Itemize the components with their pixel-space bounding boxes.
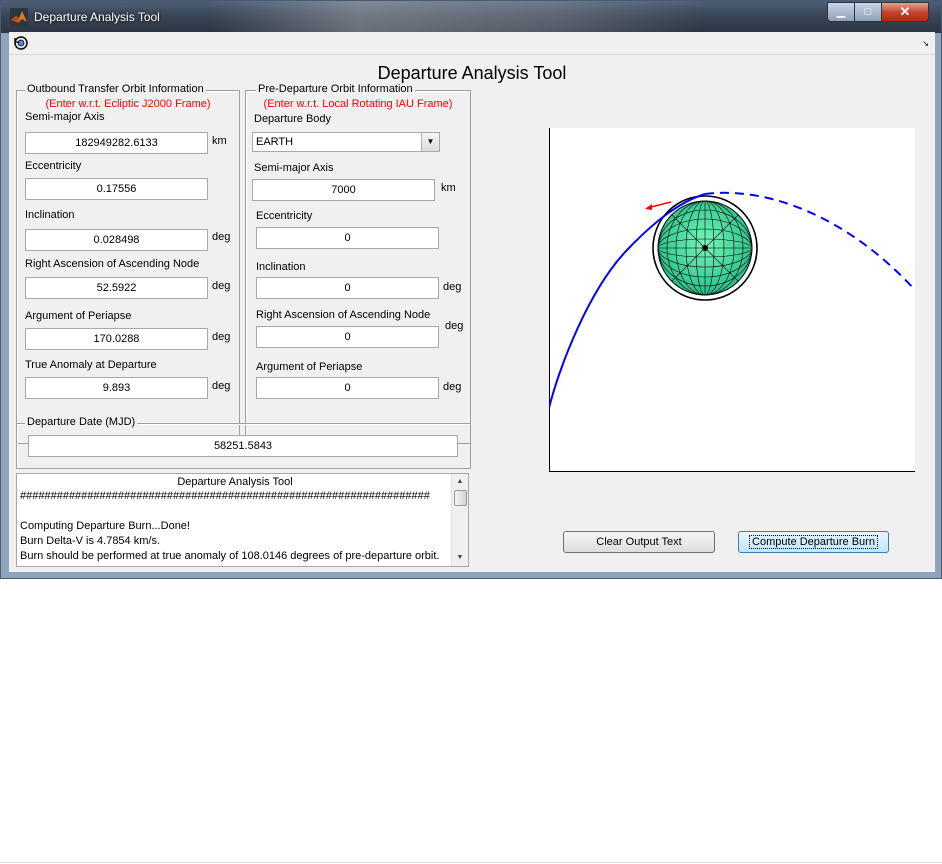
predeparture-argp-label: Argument of Periapse bbox=[256, 361, 363, 373]
predeparture-sma-label: Semi-major Axis bbox=[254, 162, 334, 174]
console-scrollbar[interactable]: ▲ ▼ bbox=[451, 474, 468, 566]
predeparture-inc-label: Inclination bbox=[256, 261, 306, 273]
compute-departure-burn-button[interactable]: Compute Departure Burn bbox=[738, 531, 889, 553]
scroll-up-icon[interactable]: ▲ bbox=[452, 474, 468, 490]
outbound-ecc-label: Eccentricity bbox=[25, 160, 82, 172]
outbound-raan-label: Right Ascension of Ascending Node bbox=[25, 258, 200, 270]
predeparture-inc-input[interactable]: 0 bbox=[256, 277, 439, 299]
title-bar[interactable]: Departure Analysis Tool ▁ □ ✕ bbox=[1, 1, 941, 33]
predeparture-argp-input[interactable]: 0 bbox=[256, 377, 439, 399]
predeparture-frame-note: (Enter w.r.t. Local Rotating IAU Frame) bbox=[263, 98, 453, 110]
console-line: ########################################… bbox=[20, 490, 430, 502]
console-title: Departure Analysis Tool bbox=[177, 476, 293, 488]
chevron-down-icon[interactable]: ▼ bbox=[421, 133, 439, 151]
outbound-sma-input[interactable]: 182949282.6133 bbox=[25, 132, 208, 154]
minimize-button[interactable]: ▁ bbox=[827, 2, 855, 22]
departure-body-label: Departure Body bbox=[254, 113, 332, 125]
console-line: Burn should be performed at true anomaly… bbox=[20, 550, 440, 562]
outbound-panel-title: Outbound Transfer Orbit Information bbox=[25, 83, 206, 95]
predeparture-sma-unit: km bbox=[441, 182, 456, 194]
departure-body-value: EARTH bbox=[256, 136, 294, 148]
close-button[interactable]: ✕ bbox=[881, 2, 929, 22]
predeparture-orbit-panel: Pre-Departure Orbit Information (Enter w… bbox=[245, 83, 471, 444]
divider bbox=[0, 862, 942, 863]
predeparture-argp-unit: deg bbox=[443, 381, 462, 393]
figure-client-area: ↘ Departure Analysis Tool Outbound Trans… bbox=[9, 32, 935, 572]
app-window: Departure Analysis Tool ▁ □ ✕ ↘ Departur… bbox=[0, 0, 942, 579]
predeparture-sma-input[interactable]: 7000 bbox=[252, 179, 435, 201]
output-console[interactable]: Departure Analysis Tool ################… bbox=[16, 473, 469, 567]
outbound-sma-unit: km bbox=[212, 135, 227, 147]
predeparture-panel-title: Pre-Departure Orbit Information bbox=[256, 83, 415, 95]
rotate-icon[interactable] bbox=[13, 35, 29, 51]
console-line: Computing Departure Burn...Done! bbox=[20, 520, 190, 532]
outbound-argp-unit: deg bbox=[212, 331, 231, 343]
earth-sphere bbox=[657, 200, 753, 296]
outbound-ta-unit: deg bbox=[212, 380, 231, 392]
departure-body-select[interactable]: EARTH ▼ bbox=[252, 132, 440, 152]
outbound-inc-label: Inclination bbox=[25, 209, 75, 221]
clear-output-button[interactable]: Clear Output Text bbox=[563, 531, 715, 553]
outbound-ecc-input[interactable]: 0.17556 bbox=[25, 178, 208, 200]
outbound-raan-unit: deg bbox=[212, 280, 231, 292]
outbound-sma-label: Semi-major Axis bbox=[25, 111, 105, 123]
outbound-ta-label: True Anomaly at Departure bbox=[25, 359, 157, 371]
matlab-icon bbox=[10, 8, 28, 26]
scroll-down-icon[interactable]: ▼ bbox=[452, 550, 468, 566]
predeparture-raan-unit: deg bbox=[445, 320, 464, 332]
toolbar-expand-icon[interactable]: ↘ bbox=[922, 39, 929, 48]
departure-date-input[interactable]: 58251.5843 bbox=[28, 435, 458, 457]
outbound-argp-input[interactable]: 170.0288 bbox=[25, 328, 208, 350]
predeparture-ecc-label: Eccentricity bbox=[256, 210, 313, 222]
predeparture-inc-unit: deg bbox=[443, 281, 462, 293]
departure-date-title: Departure Date (MJD) bbox=[25, 416, 138, 428]
predeparture-raan-input[interactable]: 0 bbox=[256, 326, 439, 348]
window-title: Departure Analysis Tool bbox=[34, 10, 160, 24]
outbound-inc-input[interactable]: 0.028498 bbox=[25, 229, 208, 251]
outbound-inc-unit: deg bbox=[212, 231, 231, 243]
predeparture-raan-label: Right Ascension of Ascending Node bbox=[256, 309, 431, 321]
predeparture-ecc-input[interactable]: 0 bbox=[256, 227, 439, 249]
compute-button-label: Compute Departure Burn bbox=[749, 535, 878, 549]
orbit-plot bbox=[548, 128, 916, 472]
console-line: Burn Delta-V is 4.7854 km/s. bbox=[20, 535, 161, 547]
burn-vector-head bbox=[645, 204, 652, 210]
page-title: Departure Analysis Tool bbox=[377, 63, 567, 83]
outbound-orbit-panel: Outbound Transfer Orbit Information (Ent… bbox=[16, 83, 240, 444]
scroll-thumb[interactable] bbox=[454, 490, 467, 506]
outbound-ta-input[interactable]: 9.893 bbox=[25, 377, 208, 399]
outbound-argp-label: Argument of Periapse bbox=[25, 310, 132, 322]
orbit-plot-axes[interactable] bbox=[548, 128, 916, 472]
departure-date-panel: Departure Date (MJD) 58251.5843 bbox=[16, 416, 471, 469]
figure-toolbar: ↘ bbox=[9, 32, 935, 55]
outbound-raan-input[interactable]: 52.5922 bbox=[25, 277, 208, 299]
outbound-frame-note: (Enter w.r.t. Ecliptic J2000 Frame) bbox=[45, 98, 211, 110]
maximize-button[interactable]: □ bbox=[854, 2, 882, 22]
